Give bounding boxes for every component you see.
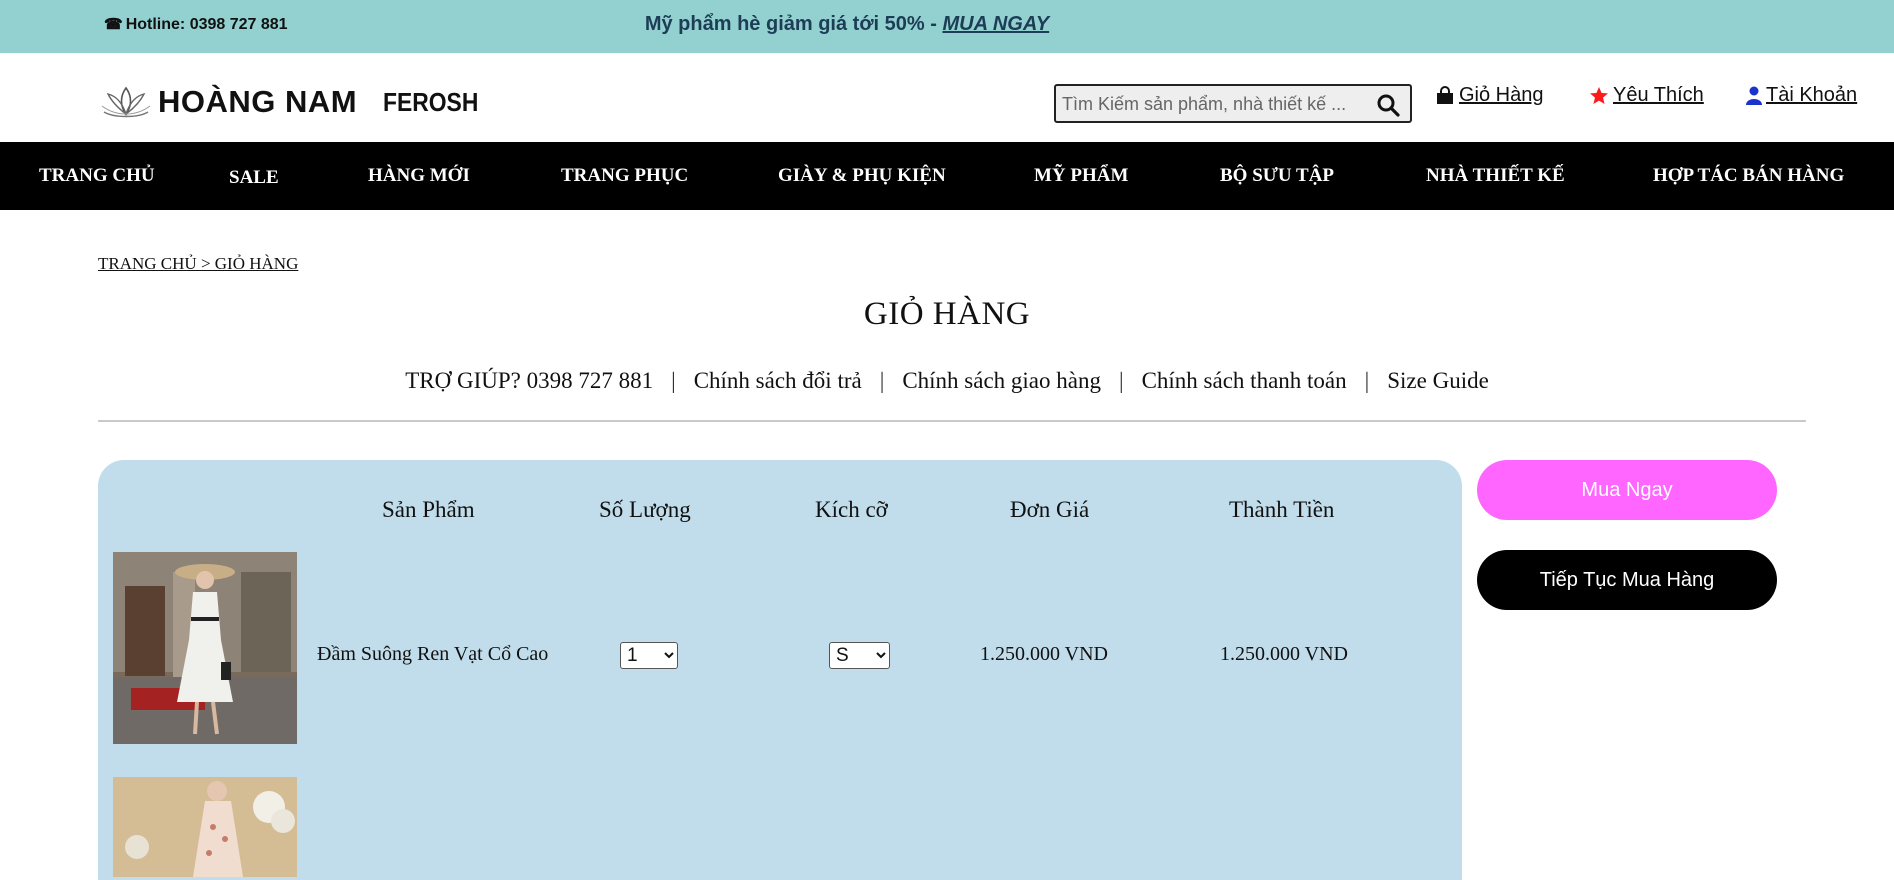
cart-link[interactable]: Giỏ Hàng [1435,84,1544,107]
account-link[interactable]: Tài Khoản [1746,84,1857,107]
promo-message: Mỹ phẩm hè giảm giá tới 50% - MUA NGAY [0,13,1894,36]
header-product: Sản Phẩm [382,497,475,522]
continue-shopping-button[interactable]: Tiếp Tục Mua Hàng [1477,550,1777,610]
header-total: Thành Tiền [1229,497,1335,522]
shipping-policy-link[interactable]: Chính sách giao hàng [902,368,1101,393]
favorites-link[interactable]: Yêu Thích [1589,84,1704,107]
help-phone: TRỢ GIÚP? 0398 727 881 [405,368,654,393]
buy-now-button[interactable]: Mua Ngay [1477,460,1777,520]
size-guide-link[interactable]: Size Guide [1387,368,1489,393]
line-total: 1.250.000 VND [1220,643,1348,665]
separator: | [1118,368,1124,393]
brand-subname: FEROSH [383,86,479,117]
site-logo[interactable]: HOÀNG NAM FEROSH [100,82,491,122]
nav-item-partnership[interactable]: HỢP TÁC BÁN HÀNG [1653,165,1844,187]
lotus-logo-icon [101,86,151,118]
product-image[interactable] [113,552,297,744]
nav-item-shoes-accessories[interactable]: GIÀY & PHỤ KIỆN [778,165,946,187]
promo-text: Mỹ phẩm hè giảm giá tới 50% - [644,13,943,35]
account-link-label: Tài Khoản [1766,84,1858,106]
header-unit-price: Đơn Giá [1010,497,1090,522]
search-box [1054,84,1412,123]
help-bar: TRỢ GIÚP? 0398 727 881 | Chính sách đổi tr… [0,368,1894,394]
user-icon [1746,86,1762,105]
cart-table: Sản Phẩm Số Lượng Kích cỡ Đơn Giá Thành … [98,460,1462,880]
quantity-select[interactable]: 1 [620,642,678,669]
shopping-bag-icon [1437,85,1453,104]
nav-item-collections[interactable]: BỘ SƯU TẬP [1220,165,1334,187]
separator: | [879,368,885,393]
nav-item-cosmetics[interactable]: MỸ PHẨM [1034,165,1128,187]
nav-item-home[interactable]: TRANG CHỦ [39,165,155,187]
nav-item-sale[interactable]: SALE [229,167,279,189]
search-input[interactable] [1060,90,1364,119]
returns-policy-link[interactable]: Chính sách đổi trả [694,368,862,393]
cart-link-label: Giỏ Hàng [1459,84,1544,106]
size-select[interactable]: S [829,642,890,669]
payment-policy-link[interactable]: Chính sách thanh toán [1142,368,1347,393]
star-icon [1590,86,1608,104]
nav-item-new-arrivals[interactable]: HÀNG MỚI [368,165,470,187]
unit-price: 1.250.000 VND [980,643,1108,665]
main-nav: TRANG CHỦ SALE HÀNG MỚI TRANG PHỤC GIÀY … [0,142,1894,210]
header-quantity: Số Lượng [599,497,691,522]
favorites-link-label: Yêu Thích [1613,84,1704,106]
separator: | [671,368,676,393]
header-size: Kích cỡ [815,497,888,522]
page-title: GIỎ HÀNG [863,296,1031,332]
nav-item-designers[interactable]: NHÀ THIẾT KẾ [1426,165,1565,187]
divider [98,420,1806,422]
brand-name: HOÀNG NAM [158,84,358,119]
breadcrumb[interactable]: TRANG CHỦ > GIỎ HÀNG [98,254,298,274]
promo-bar: ☎ Hotline: 0398 727 881 Mỹ phẩm hè giảm g… [0,0,1894,53]
separator: | [1364,368,1370,393]
product-image[interactable] [113,777,297,877]
search-icon[interactable] [1376,93,1400,117]
promo-link[interactable]: MUA NGAY [942,13,1049,35]
product-name[interactable]: Đầm Suông Ren Vạt Cổ Cao [317,643,548,666]
nav-item-clothing[interactable]: TRANG PHỤC [561,165,688,187]
